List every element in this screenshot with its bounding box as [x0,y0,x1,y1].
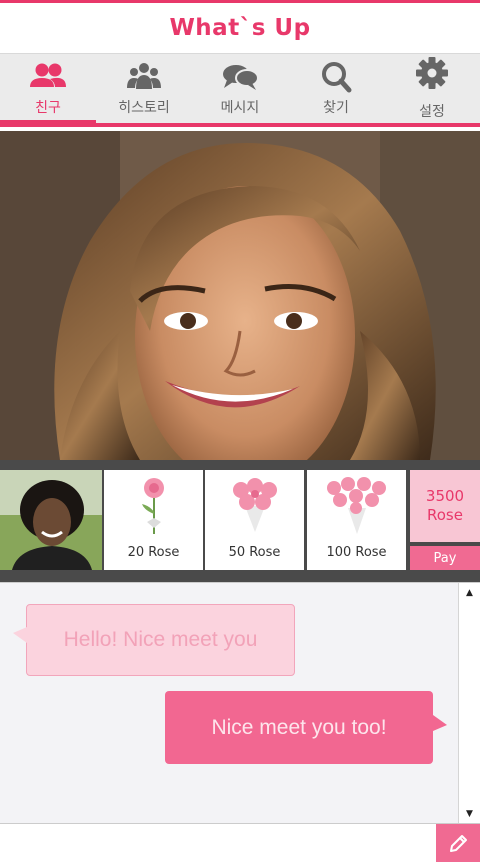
tab-label: 찾기 [323,99,349,116]
avatar[interactable] [0,470,102,570]
large-rose-bouquet-icon [326,477,386,534]
tab-search[interactable]: 찾기 [288,54,384,123]
divider [0,572,480,582]
pencil-icon [450,834,467,852]
app-header: What`s Up [0,0,480,54]
tab-history[interactable]: 히스토리 [96,54,192,123]
gift-item-20-rose[interactable]: 20 Rose [104,470,203,570]
message-text: Hello! Nice meet you [63,628,258,651]
gift-item-50-rose[interactable]: 50 Rose [205,470,304,570]
divider [0,460,480,470]
rose-balance-amount: 3500 [425,487,465,505]
message-text: Nice meet you too! [211,715,387,739]
tab-friends[interactable]: 친구 [0,54,96,123]
pay-button[interactable]: Pay [410,546,480,570]
group-icon [127,62,161,89]
tab-label: 메시지 [220,99,260,116]
gift-label: 20 Rose [127,545,180,560]
tab-label: 친구 [35,99,61,116]
tab-label: 설정 [419,103,445,120]
app-title: What`s Up [169,15,311,41]
gift-item-100-rose[interactable]: 100 Rose [307,470,406,570]
profile-photo [0,131,480,460]
tab-messages[interactable]: 메시지 [192,54,288,123]
tab-label: 히스토리 [118,99,170,116]
rose-balance-unit: Rose [427,506,463,524]
scroll-up-arrow-icon[interactable]: ▲ [459,583,480,603]
tab-settings[interactable]: 설정 [384,54,480,123]
chat-area[interactable]: Hello! Nice meet you Nice meet you too! … [0,582,480,824]
gift-label: 50 Rose [228,545,281,560]
rose-bouquet-icon [232,478,277,532]
message-input-bar [0,823,480,862]
tab-bar: 친구 히스토리 메시지 찾기 설정 [0,54,480,127]
single-rose-icon [141,478,164,534]
friends-icon [30,63,66,87]
outgoing-message: Nice meet you too! [165,691,447,764]
rose-balance: 3500 Rose [410,470,480,542]
scroll-down-arrow-icon[interactable]: ▼ [459,804,480,824]
chat-bubbles-icon [223,64,259,90]
app-screen: What`s Up 친구 히스토리 메시지 찾기 설정 20 Rose 50 R… [0,0,480,862]
gear-icon [416,56,448,89]
gift-row: 20 Rose 50 Rose 100 Rose 3500 Rose Pay [0,470,480,572]
search-icon [322,61,352,92]
message-input[interactable] [0,824,436,862]
compose-button[interactable] [436,824,480,862]
gift-label: 100 Rose [326,545,387,560]
incoming-message: Hello! Nice meet you [13,604,295,676]
chat-scrollbar[interactable]: ▲ ▼ [458,583,480,824]
